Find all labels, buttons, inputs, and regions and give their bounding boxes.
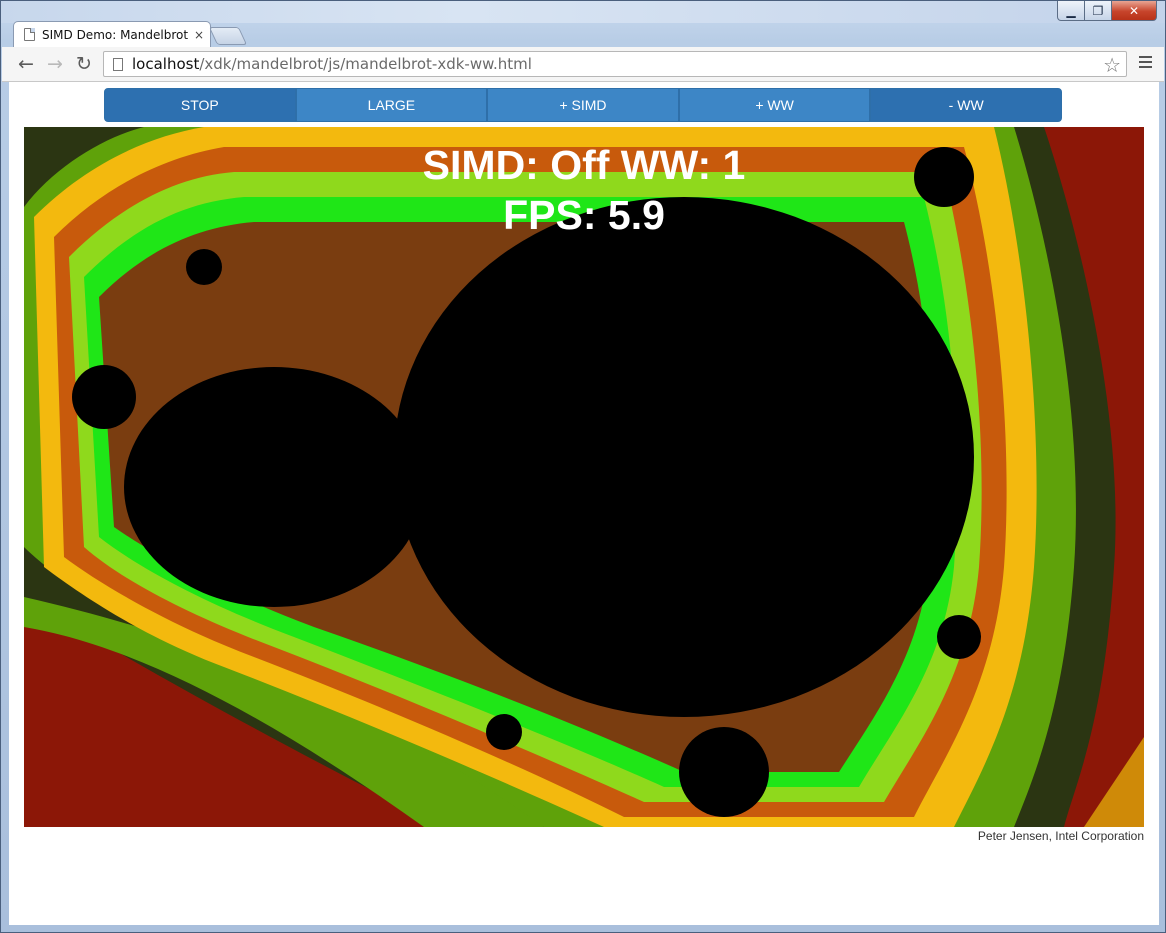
maximize-icon[interactable]: ❐ xyxy=(1085,1,1112,21)
tab-active[interactable]: SIMD Demo: Mandelbrot × xyxy=(13,21,211,47)
reload-icon[interactable]: ↻ xyxy=(73,53,95,75)
add-ww-button[interactable]: + WW xyxy=(678,88,871,122)
tab-strip: SIMD Demo: Mandelbrot × xyxy=(1,19,1165,47)
url-host: localhost xyxy=(132,55,200,73)
page-icon xyxy=(24,28,35,41)
page-icon xyxy=(113,57,123,71)
forward-arrow-icon[interactable]: → xyxy=(44,53,66,75)
credit-text: Peter Jensen, Intel Corporation xyxy=(977,829,1144,843)
minimize-icon[interactable]: ▁ xyxy=(1057,1,1085,21)
back-arrow-icon[interactable]: ← xyxy=(15,53,37,75)
stop-button[interactable]: STOP xyxy=(104,88,296,122)
address-bar[interactable]: localhost/xdk/mandelbrot/js/mandelbrot-x… xyxy=(103,51,1127,77)
large-button[interactable]: LARGE xyxy=(295,88,488,122)
new-tab-button[interactable] xyxy=(208,27,248,45)
add-simd-button[interactable]: + SIMD xyxy=(487,88,679,122)
control-bar: STOP LARGE + SIMD + WW - WW xyxy=(104,88,1062,122)
browser-window: ▁ ❐ ✕ SIMD Demo: Mandelbrot × ← → ↻ loca… xyxy=(0,0,1166,933)
browser-toolbar: ← → ↻ localhost/xdk/mandelbrot/js/mandel… xyxy=(2,47,1164,82)
bookmark-star-icon[interactable]: ☆ xyxy=(1103,53,1121,77)
menu-icon[interactable] xyxy=(1139,56,1152,71)
tab-title: SIMD Demo: Mandelbrot xyxy=(42,27,189,42)
fps-readout: FPS: 5.9 xyxy=(503,192,665,238)
tab-close-icon[interactable]: × xyxy=(194,28,204,42)
close-icon[interactable]: ✕ xyxy=(1112,1,1157,21)
url-path: /xdk/mandelbrot/js/mandelbrot-xdk-ww.htm… xyxy=(199,55,532,73)
mandelbrot-canvas[interactable]: SIMD: Off WW: 1 FPS: 5.9 xyxy=(24,127,1144,827)
page-content: STOP LARGE + SIMD + WW - WW SIMD: Off WW… xyxy=(9,82,1159,925)
remove-ww-button[interactable]: - WW xyxy=(870,88,1062,122)
window-controls: ▁ ❐ ✕ xyxy=(1057,1,1157,21)
simd-ww-status: SIMD: Off WW: 1 xyxy=(422,142,746,188)
